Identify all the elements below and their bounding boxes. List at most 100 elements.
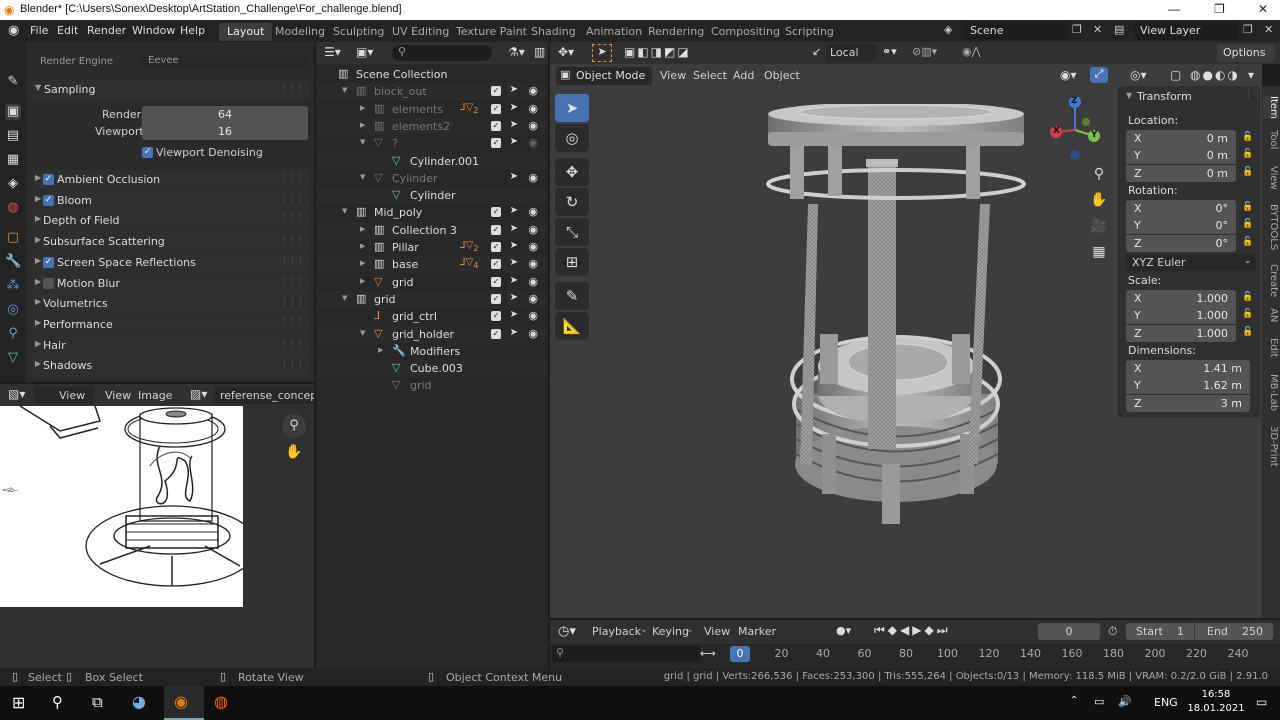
object-tab-icon[interactable]: ▢	[5, 230, 21, 246]
paint-app-icon[interactable]: ◕	[132, 692, 146, 711]
eye-icon[interactable]: ◉	[528, 275, 538, 288]
outliner-type-icon[interactable]: ☰▾	[324, 45, 341, 59]
sampling-panel-header[interactable]: ▼ Sampling ⋮⋮⋮	[30, 80, 310, 100]
eye-icon[interactable]: ◉	[528, 119, 538, 132]
lock-icon[interactable]: 🔓	[1242, 237, 1253, 247]
annotate-tool-icon[interactable]: ✎	[555, 282, 589, 310]
world-tab-icon[interactable]: ◍	[5, 200, 21, 216]
view-layer-tab-icon[interactable]: ▦	[5, 152, 21, 168]
selectable-toggle-icon[interactable]: ➤	[510, 205, 518, 216]
outliner-search-input[interactable]: ⚲	[392, 45, 492, 61]
sidebar-tab-item[interactable]: Item	[1263, 96, 1279, 119]
drag-handle-icon[interactable]: ⋮⋮⋮	[280, 256, 305, 266]
outliner-row[interactable]: ▼ ▽ Cylinder ➤ ◉	[316, 170, 548, 187]
collapsed-arrow-icon[interactable]: ▶	[360, 259, 365, 267]
outliner-row[interactable]: ⅃ grid_ctrl ✓ ➤ ◉	[316, 308, 548, 325]
outliner-row[interactable]: ▥ Scene Collection	[316, 66, 548, 83]
end-frame-field[interactable]: End 250	[1195, 623, 1273, 640]
exclude-checkbox[interactable]: ✓	[491, 86, 501, 97]
panel-header-ambient-occlusion[interactable]: ▶ ✓ Ambient Occlusion ⋮⋮⋮	[30, 170, 310, 190]
scale-x-field[interactable]: X 1.000	[1126, 290, 1236, 307]
render-samples-field[interactable]: 64	[142, 106, 308, 123]
timeline-frames[interactable]: ⚲ ⟷ 0 20 40 60 80 100 120 140 160 180 200 220 240	[550, 644, 1280, 668]
display-mode-icon[interactable]: ▣▾	[356, 45, 373, 59]
selectable-toggle-icon[interactable]: ➤	[510, 136, 518, 147]
viewport-menu-view[interactable]: View	[660, 69, 686, 82]
record-icon[interactable]: ●▾	[836, 624, 851, 637]
image-name-field[interactable]: referense_concept.j...	[214, 387, 314, 404]
scene-field[interactable]: Scene	[964, 22, 1068, 40]
proportional-edit-icon[interactable]: ◉⋀	[962, 45, 981, 58]
render-engine-dropdown[interactable]: Eevee	[142, 55, 308, 68]
panel-header-hair[interactable]: ▶ Hair ⋮⋮⋮	[30, 335, 310, 356]
lock-icon[interactable]: 🔓	[1242, 132, 1253, 142]
exclude-checkbox[interactable]: ✓	[491, 224, 501, 235]
physics-tab-icon[interactable]: ◎	[5, 302, 21, 318]
clock-date[interactable]: 18.01.2021	[1186, 703, 1246, 714]
drag-handle-icon[interactable]: ⋮⋮⋮	[280, 214, 305, 224]
sidebar-tab-create[interactable]: Create	[1263, 264, 1279, 297]
eye-icon[interactable]: ◉	[528, 309, 538, 322]
exclude-checkbox[interactable]: ✓	[491, 328, 501, 339]
panel-enable-checkbox[interactable]: ✓	[43, 174, 54, 185]
view-mode-dropdown[interactable]: View	[34, 387, 94, 404]
tab-shading[interactable]: Shading	[523, 23, 584, 41]
selectable-toggle-icon[interactable]: ➤	[510, 171, 518, 182]
expanded-arrow-icon[interactable]: ▼	[360, 138, 365, 146]
notifications-icon[interactable]: ▭	[1256, 695, 1267, 709]
sidebar-tab-mb-lab[interactable]: MB-Lab	[1263, 374, 1279, 411]
drag-handle-icon[interactable]: ⋮⋮⋮	[280, 297, 305, 307]
collapsed-arrow-icon[interactable]: ▶	[360, 121, 365, 129]
viewport-samples-field[interactable]: 16	[142, 123, 308, 140]
tab-modeling[interactable]: Modeling	[267, 23, 333, 41]
exclude-checkbox[interactable]: ✓	[491, 293, 501, 304]
filter-icon[interactable]: ⚗▾	[508, 45, 525, 59]
options-button[interactable]: Options	[1217, 44, 1275, 62]
tab-sculpting[interactable]: Sculpting	[325, 23, 392, 41]
windows-start-icon[interactable]: ⊞	[12, 693, 25, 712]
maximize-button[interactable]: ❐	[1214, 2, 1225, 16]
lock-icon[interactable]: 🔓	[1242, 167, 1253, 177]
collapsed-arrow-icon[interactable]: ▶	[360, 242, 365, 250]
lock-icon[interactable]: 🔓	[1242, 202, 1253, 212]
expanded-arrow-icon[interactable]: ▼	[342, 207, 347, 215]
editor-type-icon[interactable]: ✥▾	[558, 45, 574, 59]
expanded-arrow-icon[interactable]: ▼	[360, 329, 365, 337]
outliner-row[interactable]: ▼ ▥ block_out ✓ ➤ ◉	[316, 83, 548, 101]
clock-time[interactable]: 16:58	[1194, 689, 1238, 700]
gizmo-toggle-icon[interactable]: ⤢	[1090, 67, 1108, 83]
playback-menu[interactable]: Playback	[592, 625, 641, 638]
selectable-toggle-icon[interactable]: ➤	[510, 275, 518, 286]
drag-handle-icon[interactable]: ⋮⋮⋮	[280, 318, 305, 328]
drag-handle-icon[interactable]: ⋮⋮⋮	[280, 173, 305, 183]
drag-handle-icon[interactable]: ⋮⋮	[1244, 90, 1262, 100]
current-frame-field[interactable]: 0	[1038, 623, 1100, 640]
panel-enable-checkbox[interactable]	[43, 277, 54, 289]
location-y-field[interactable]: Y 0 m	[1126, 147, 1236, 165]
outliner-row[interactable]: ▽ Cylinder	[316, 187, 548, 205]
rotate-tool-icon[interactable]: ↻	[555, 188, 589, 216]
sidebar-tab-bytools[interactable]: BYTOOLS	[1263, 204, 1279, 250]
tab-uv-editing[interactable]: UV Editing	[384, 23, 457, 41]
firefox-icon[interactable]: ◍	[214, 692, 228, 711]
outliner-row[interactable]: ▶ ▽ grid ✓ ➤ ◉	[316, 274, 548, 291]
menu-help[interactable]: Help	[180, 24, 205, 37]
shading-mode-icons[interactable]: ◍●◐◑	[1190, 68, 1240, 82]
lock-icon[interactable]: 🔓	[1242, 309, 1253, 319]
data-tab-icon[interactable]: ▽	[5, 350, 21, 366]
modifier-tab-icon[interactable]: 🔧	[5, 254, 21, 270]
select-tool-icon[interactable]: ➤	[555, 94, 589, 122]
selectable-toggle-icon[interactable]: ➤	[510, 102, 518, 113]
new-view-layer-icon[interactable]: ❐	[1243, 23, 1253, 36]
sidebar-tab-edit[interactable]: Edit	[1263, 338, 1279, 357]
minimize-button[interactable]: —	[1168, 2, 1180, 16]
image-browse-icon[interactable]: ▨▾	[190, 387, 207, 401]
perspective-toggle-icon[interactable]: ▦	[1088, 244, 1110, 266]
snap-icon[interactable]: ⊘▥▾	[912, 45, 937, 58]
close-button[interactable]: ✕	[1258, 2, 1268, 16]
lock-icon[interactable]: 🔓	[1242, 149, 1253, 159]
lock-icon[interactable]: 🔓	[1242, 292, 1253, 302]
location-z-field[interactable]: Z 0 m	[1126, 164, 1236, 182]
panel-enable-checkbox[interactable]: ✓	[43, 194, 54, 206]
move-tool-icon[interactable]: ✥	[555, 158, 589, 186]
